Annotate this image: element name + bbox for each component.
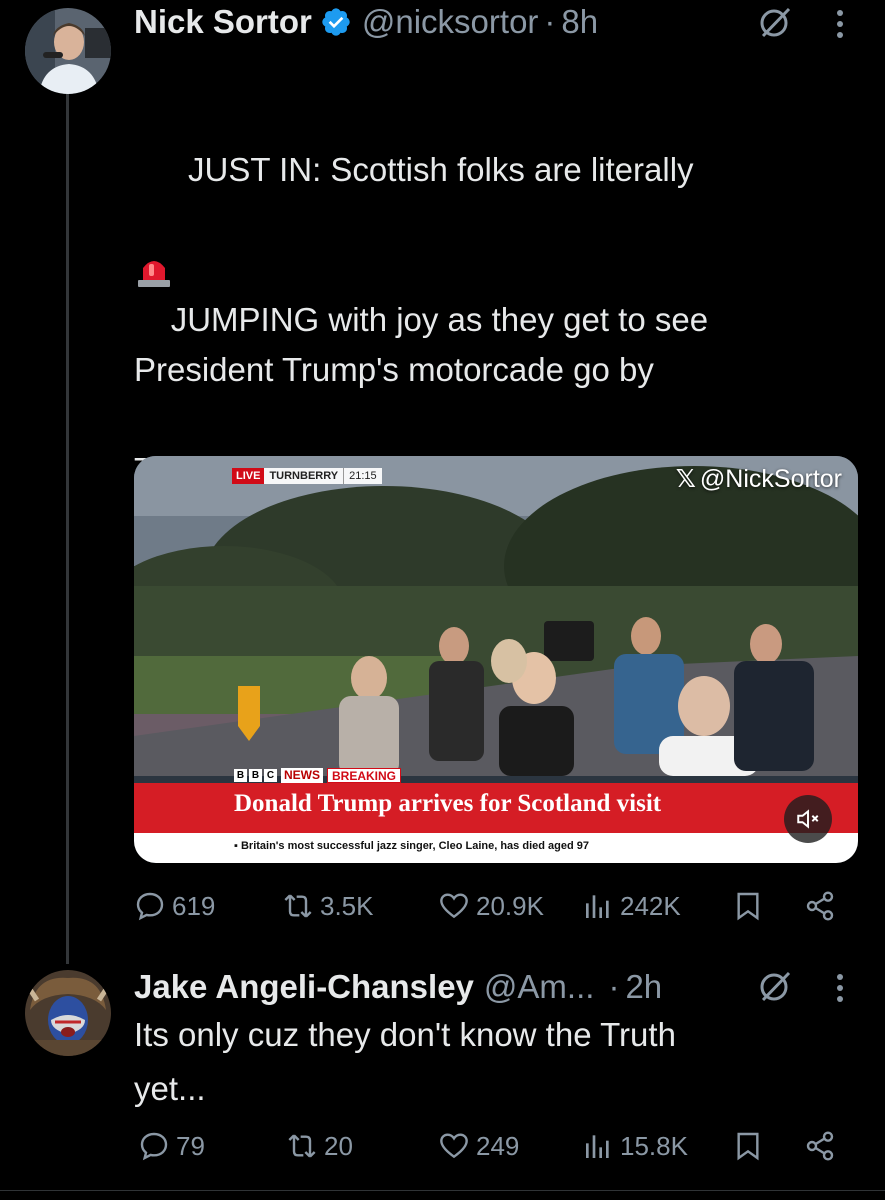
reply-icon: [140, 1132, 168, 1161]
live-indicator: LIVE TURNBERRY 21:15: [232, 468, 382, 484]
ticker-bullet: ▪: [234, 840, 241, 852]
reply-tweet-avatar[interactable]: [25, 970, 111, 1056]
grok-icon[interactable]: [757, 4, 793, 40]
reply-button[interactable]: 619: [134, 890, 215, 922]
ticker-text: Britain's most successful jazz singer, C…: [240, 840, 589, 852]
like-count: 20.9K: [476, 890, 544, 921]
bookmark-icon: [737, 1132, 759, 1161]
repost-count: 3.5K: [320, 890, 374, 921]
like-icon: [440, 1133, 468, 1159]
reply-reply-count: 79: [176, 1130, 205, 1161]
bbc-logo-letter: B: [249, 768, 262, 782]
share-icon: [806, 1131, 834, 1161]
divider: [0, 1190, 885, 1191]
x-logo-icon: 𝕏: [675, 465, 696, 493]
reply-views-button[interactable]: 15.8K: [582, 1130, 688, 1162]
siren-emoji: [134, 150, 174, 287]
reply-grok-icon[interactable]: [757, 968, 793, 1004]
mute-button[interactable]: [784, 795, 832, 843]
reply-repost-button[interactable]: 20: [286, 1130, 353, 1162]
location-label: TURNBERRY: [264, 468, 344, 484]
reply-tweet-actions: 79 20 249 15.8K: [134, 1130, 858, 1170]
repost-button[interactable]: 3.5K: [282, 890, 374, 922]
reply-author-name[interactable]: Jake Angeli-Chansley: [134, 968, 474, 1006]
views-count: 242K: [620, 890, 681, 921]
reply-reply-button[interactable]: 79: [138, 1130, 205, 1162]
more-options-icon[interactable]: [834, 6, 846, 42]
bbc-logo-row: B B C NEWS BREAKING: [234, 766, 402, 784]
author-handle[interactable]: @nicksortor: [362, 3, 539, 41]
like-icon: [440, 893, 468, 919]
views-icon: [586, 1135, 609, 1158]
views-button[interactable]: 242K: [582, 890, 681, 922]
reply-separator-dot: ·: [608, 968, 620, 1005]
views-icon: [586, 895, 609, 918]
watermark-handle: @NickSortor: [699, 464, 842, 493]
clock-label: 21:15: [343, 468, 382, 484]
reply-count: 619: [172, 890, 216, 921]
reply-like-button[interactable]: 249: [438, 1130, 519, 1162]
author-name[interactable]: Nick Sortor: [134, 3, 312, 41]
bookmark-icon: [737, 892, 759, 921]
reply-repost-count: 20: [324, 1130, 353, 1161]
reply-tweet-header: Jake Angeli-Chansley @Am... · 2h: [134, 965, 662, 1009]
repost-icon: [284, 894, 312, 918]
mute-icon: [797, 809, 819, 829]
reply-tweet-text: Its only cuz they don't know the Truth y…: [134, 1016, 676, 1107]
video-watermark: 𝕏 @NickSortor: [676, 464, 842, 494]
reply-author-handle[interactable]: @Am...: [484, 968, 595, 1006]
reply-post-time[interactable]: 2h: [625, 968, 662, 1006]
separator-dot: ·: [544, 3, 556, 40]
reply-like-count: 249: [476, 1130, 520, 1161]
thread-connector-line: [66, 94, 69, 964]
news-ticker: ▪ Britain's most successful jazz singer,…: [234, 840, 589, 852]
reply-views-count: 15.8K: [620, 1130, 688, 1161]
video-media[interactable]: LIVE TURNBERRY 21:15 𝕏 @NickSortor B B C…: [134, 456, 858, 863]
main-tweet-header: Nick Sortor @nicksortor · 8h: [134, 0, 598, 44]
news-headline: Donald Trump arrives for Scotland visit: [234, 790, 662, 817]
post-time[interactable]: 8h: [561, 3, 598, 41]
repost-icon: [288, 1134, 316, 1158]
reply-share-button[interactable]: [804, 1130, 836, 1162]
share-button[interactable]: [804, 890, 836, 922]
tweet-text-line-1: JUST IN: Scottish folks are literally: [188, 151, 694, 188]
share-icon: [806, 891, 834, 921]
reply-more-options-icon[interactable]: [834, 970, 846, 1006]
like-button[interactable]: 20.9K: [438, 890, 544, 922]
bbc-logo-letter: C: [264, 768, 277, 782]
news-label: NEWS: [281, 767, 323, 783]
tweet-first-line: JUST IN: Scottish folks are literally: [134, 145, 874, 287]
breaking-label: BREAKING: [327, 767, 402, 783]
bbc-news-banner: B B C NEWS BREAKING Donald Trump arrives…: [134, 766, 858, 863]
main-tweet-actions: 619 3.5K 20.9K 242K: [134, 890, 858, 930]
live-label: LIVE: [232, 468, 265, 484]
main-tweet-avatar[interactable]: [25, 8, 111, 94]
verified-badge-icon: [320, 6, 352, 38]
bbc-logo-letter: B: [234, 768, 247, 782]
reply-bookmark-button[interactable]: [732, 1130, 764, 1162]
reply-icon: [136, 892, 164, 921]
bookmark-button[interactable]: [732, 890, 764, 922]
